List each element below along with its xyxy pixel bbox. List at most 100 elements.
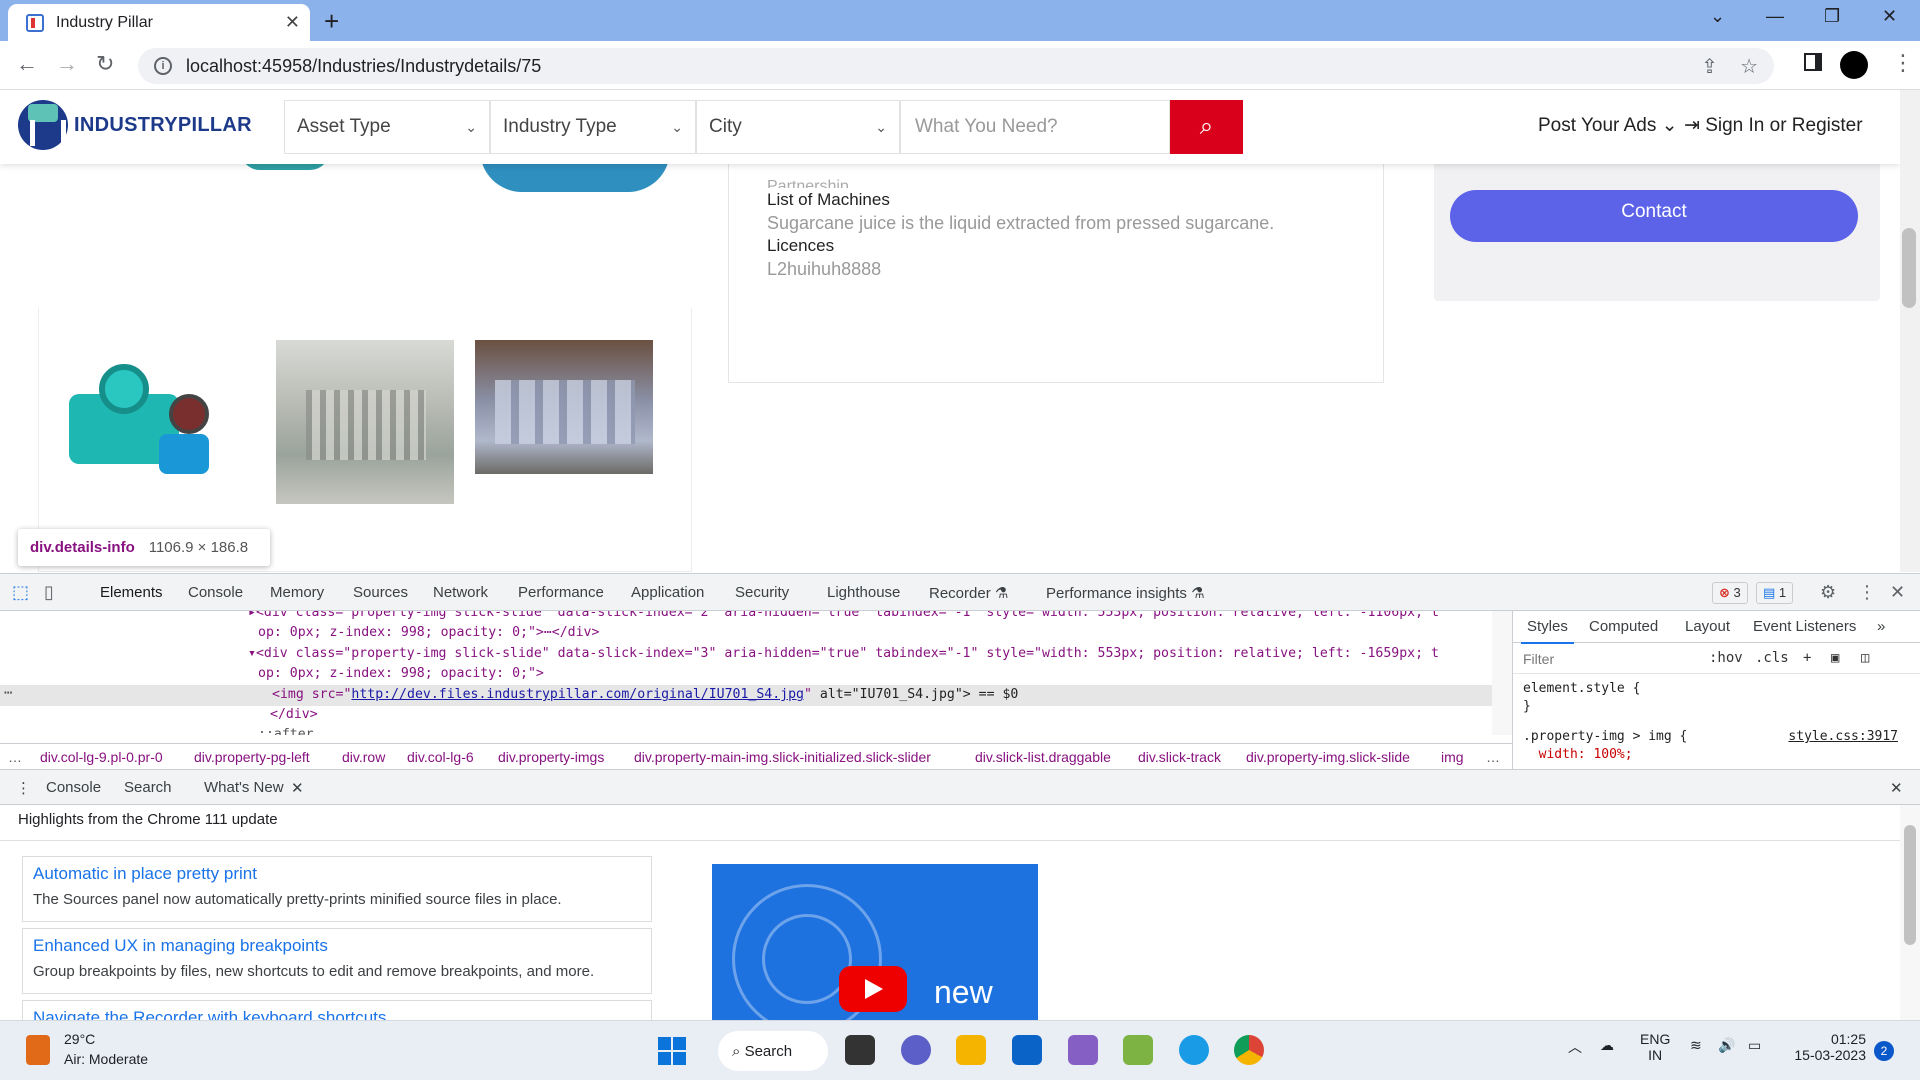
breadcrumb-item[interactable]: div.property-imgs	[498, 749, 604, 765]
breadcrumb-item[interactable]: div.property-img.slick-slide	[1246, 749, 1410, 765]
chrome-icon[interactable]	[1234, 1035, 1264, 1065]
profile-avatar[interactable]	[1840, 51, 1868, 79]
card-title[interactable]: Navigate the Recorder with keyboard shor…	[33, 1008, 641, 1020]
youtube-play-icon[interactable]	[839, 966, 907, 1012]
tab-sources[interactable]: Sources	[353, 584, 408, 601]
cls-toggle[interactable]: .cls	[1755, 650, 1789, 666]
tab-memory[interactable]: Memory	[270, 584, 324, 601]
device-toolbar-icon[interactable]: ▯	[44, 582, 54, 603]
close-tab-icon[interactable]: ✕	[285, 12, 300, 33]
tab-application[interactable]: Application	[631, 584, 704, 601]
drawer-tab-search[interactable]: Search	[124, 779, 172, 796]
settings-gear-icon[interactable]: ⚙	[1820, 582, 1836, 603]
tab-styles[interactable]: Styles	[1521, 618, 1574, 644]
cloud-icon[interactable]: ☁	[1600, 1037, 1614, 1054]
minimize-icon[interactable]: —	[1766, 6, 1784, 27]
tab-layout[interactable]: Layout	[1685, 618, 1730, 635]
dom-node-line[interactable]: ::after	[258, 727, 314, 735]
breadcrumb-item[interactable]: img	[1441, 749, 1464, 765]
volume-icon[interactable]: 🔊	[1718, 1037, 1735, 1054]
contact-button[interactable]: Contact	[1450, 190, 1858, 242]
css-rule-selector[interactable]: element.style {	[1523, 681, 1640, 696]
css-source-link[interactable]: style.css:3917	[1788, 729, 1898, 744]
taskbar-search[interactable]: ⌕ Search	[718, 1031, 828, 1071]
tab-security[interactable]: Security	[735, 584, 789, 601]
dom-node-line[interactable]: op: 0px; z-index: 998; opacity: 0;">⋯</d…	[258, 625, 599, 645]
new-rule-icon[interactable]: +	[1803, 650, 1811, 666]
tray-overflow-icon[interactable]: ︿	[1568, 1037, 1582, 1057]
air-quality[interactable]: Air: Moderate	[64, 1051, 148, 1067]
file-explorer-icon[interactable]	[956, 1035, 986, 1065]
browser-tab[interactable]: Industry Pillar ✕	[8, 4, 310, 41]
forward-icon[interactable]: →	[56, 51, 78, 77]
inspect-element-icon[interactable]: ⬚	[12, 582, 29, 603]
tab-lighthouse[interactable]: Lighthouse	[827, 584, 900, 601]
customize-menu-icon[interactable]: ⋮	[1858, 582, 1876, 603]
tab-performance[interactable]: Performance	[518, 584, 604, 601]
close-tab-icon[interactable]: ✕	[291, 779, 304, 797]
side-panel-icon[interactable]	[1804, 53, 1822, 71]
new-tab-icon[interactable]: +	[324, 6, 339, 37]
tab-console[interactable]: Console	[188, 584, 243, 601]
whats-new-video[interactable]: new	[712, 864, 1038, 1020]
toggle-sidebar-icon[interactable]: ◫	[1861, 650, 1869, 666]
app-icon[interactable]	[1123, 1035, 1153, 1065]
paint-icon[interactable]: ▣	[1831, 650, 1839, 666]
whats-new-scrollbar[interactable]	[1900, 805, 1920, 1020]
drawer-menu-icon[interactable]: ⋮	[16, 779, 31, 797]
whats-new-card[interactable]: Automatic in place pretty print The Sour…	[22, 856, 652, 922]
teams-chat-icon[interactable]	[901, 1035, 931, 1065]
chrome-menu-icon[interactable]: ⋮	[1892, 50, 1914, 76]
tab-network[interactable]: Network	[433, 584, 488, 601]
page-scrollbar[interactable]	[1900, 90, 1920, 572]
site-info-icon[interactable]: i	[154, 57, 172, 75]
visual-studio-icon[interactable]	[1068, 1035, 1098, 1065]
clock[interactable]: 01:25 15-03-2023	[1786, 1031, 1866, 1063]
breadcrumb-item[interactable]: div.property-main-img.slick-initialized.…	[634, 749, 931, 765]
tab-event-listeners[interactable]: Event Listeners	[1753, 618, 1856, 635]
asset-type-dropdown[interactable]: Asset Type ⌄	[284, 100, 490, 154]
tab-performance-insights[interactable]: Performance insights ⚗	[1046, 584, 1205, 602]
breadcrumb-item[interactable]: div.slick-track	[1138, 749, 1221, 765]
start-button[interactable]	[658, 1037, 686, 1065]
industry-type-dropdown[interactable]: Industry Type ⌄	[490, 100, 696, 154]
styles-filter[interactable]: Filter :hov .cls + ▣ ◫	[1513, 644, 1920, 674]
dom-scrollbar[interactable]	[1492, 611, 1512, 735]
scroll-thumb[interactable]	[1904, 825, 1916, 945]
gallery-thumb-3[interactable]	[475, 340, 653, 474]
weather-icon[interactable]	[26, 1035, 50, 1065]
breadcrumb-overflow-icon[interactable]: …	[1486, 749, 1500, 765]
whats-new-card[interactable]: Navigate the Recorder with keyboard shor…	[22, 1000, 652, 1020]
drawer-tab-whats-new[interactable]: What's New	[192, 779, 307, 807]
tab-recorder[interactable]: Recorder ⚗	[929, 584, 1008, 602]
url-text[interactable]: localhost:45958/Industries/Industrydetai…	[186, 56, 1679, 77]
error-count-badge[interactable]: ⊗ 3	[1712, 582, 1748, 604]
wifi-icon[interactable]: ≋	[1690, 1037, 1702, 1054]
dom-tree[interactable]: ▸<div class="property-img slick-slide" d…	[0, 611, 1512, 735]
tab-computed[interactable]: Computed	[1589, 618, 1658, 635]
temperature[interactable]: 29°C	[64, 1031, 95, 1047]
breadcrumb-item[interactable]: div.property-pg-left	[194, 749, 310, 765]
dom-node-line[interactable]: </div>	[270, 707, 318, 727]
restore-icon[interactable]: ❐	[1824, 6, 1840, 27]
notification-badge[interactable]: 2	[1874, 1041, 1894, 1061]
back-icon[interactable]: ←	[16, 51, 38, 77]
breadcrumb-item[interactable]: div.slick-list.draggable	[975, 749, 1111, 765]
hov-toggle[interactable]: :hov	[1709, 650, 1743, 666]
site-logo[interactable]: INDUSTRYPILLAR	[18, 100, 252, 150]
city-dropdown[interactable]: City ⌄	[696, 100, 900, 154]
search-button[interactable]: ⌕	[1170, 100, 1243, 154]
bookmark-star-icon[interactable]: ☆	[1740, 54, 1758, 79]
filter-input[interactable]: Filter	[1523, 651, 1554, 667]
whats-new-card[interactable]: Enhanced UX in managing breakpoints Grou…	[22, 928, 652, 994]
message-count-badge[interactable]: ▤ 1	[1756, 582, 1794, 604]
dom-node-line[interactable]: ▾<div class="property-img slick-slide" d…	[248, 646, 1439, 666]
language-indicator[interactable]: ENG IN	[1640, 1031, 1670, 1063]
img-src-link[interactable]: http://dev.files.industrypillar.com/orig…	[351, 687, 804, 702]
tab-elements[interactable]: Elements	[92, 584, 171, 613]
css-rule-selector[interactable]: .property-img > img {	[1523, 729, 1687, 744]
drawer-tab-console[interactable]: Console	[46, 779, 101, 796]
close-devtools-icon[interactable]: ✕	[1890, 582, 1905, 603]
edge-icon[interactable]	[1179, 1035, 1209, 1065]
battery-icon[interactable]: ▭	[1748, 1037, 1761, 1054]
